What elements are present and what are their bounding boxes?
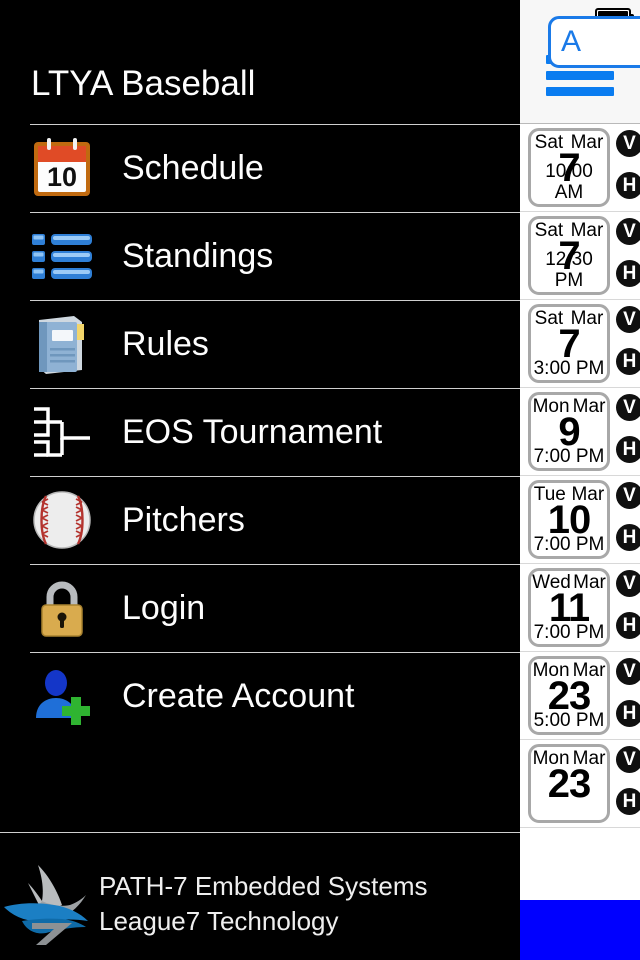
visitor-badge[interactable]: V xyxy=(616,746,640,773)
date-card: Tue Mar 10 7:00 PM xyxy=(528,480,610,559)
team-badges: VH xyxy=(616,570,640,646)
schedule-panel: A Sat Mar 7 10:00 AM V H Sat Mar 7 12:30 PM V H Sat M… xyxy=(520,0,640,960)
team-badges: VH xyxy=(616,394,640,470)
sidebar-item-label: Standings xyxy=(122,237,274,275)
date-card: Mon Mar 23 5:00 PM xyxy=(528,656,610,735)
add-user-icon xyxy=(30,664,94,728)
game-row[interactable]: Tue Mar 10 7:00 PM V H xyxy=(520,476,640,564)
game-time: 7:00 PM xyxy=(533,622,605,643)
date-card: Mon Mar 9 7:00 PM xyxy=(528,392,610,471)
sidebar-item-login[interactable]: Login xyxy=(0,564,520,652)
visitor-badge[interactable]: V xyxy=(616,218,640,245)
sidebar-item-label: Pitchers xyxy=(122,501,245,539)
home-badge[interactable]: H xyxy=(616,348,640,375)
svg-text:10: 10 xyxy=(47,162,77,192)
baseball-icon xyxy=(30,488,94,552)
visitor-badge[interactable]: V xyxy=(616,658,640,685)
drawer-header: LTYA Baseball xyxy=(0,0,520,124)
team-badges: VH xyxy=(616,482,640,558)
visitor-badge[interactable]: V xyxy=(616,570,640,597)
date-card: Sat Mar 7 3:00 PM xyxy=(528,304,610,383)
visitor-badge[interactable]: V xyxy=(616,306,640,333)
sidebar-item-label: EOS Tournament xyxy=(122,413,383,451)
sidebar-item-schedule[interactable]: 10 Schedule xyxy=(0,124,520,212)
drawer-menu: 10 Schedule Standings Rules EOS Tournament Pi… xyxy=(0,124,520,832)
home-badge[interactable]: H xyxy=(616,788,640,815)
sidebar-item-rules[interactable]: Rules xyxy=(0,300,520,388)
game-row[interactable]: Sat Mar 7 12:30 PM V H xyxy=(520,212,640,300)
home-badge[interactable]: H xyxy=(616,172,640,199)
visitor-badge[interactable]: V xyxy=(616,394,640,421)
sidebar-item-label: Create Account xyxy=(122,677,355,715)
game-row[interactable]: Sat Mar 7 3:00 PM V H xyxy=(520,300,640,388)
drawer-footer: PATH-7 Embedded Systems League7 Technolo… xyxy=(0,833,520,960)
sidebar-item-eos-tournament[interactable]: EOS Tournament xyxy=(0,388,520,476)
game-list[interactable]: Sat Mar 7 10:00 AM V H Sat Mar 7 12:30 PM V H Sat Mar… xyxy=(520,124,640,960)
page-title: LTYA Baseball xyxy=(31,64,256,103)
day-number: 23 xyxy=(547,762,592,806)
home-badge[interactable]: H xyxy=(616,524,640,551)
calendar-icon: 10 xyxy=(30,136,94,200)
date-card: Wed Mar 11 7:00 PM xyxy=(528,568,610,647)
date-card: Mon Mar 23 xyxy=(528,744,610,823)
filter-button[interactable]: A xyxy=(548,16,640,68)
game-time: 12:30 PM xyxy=(545,249,593,291)
sidebar-item-pitchers[interactable]: Pitchers xyxy=(0,476,520,564)
visitor-badge[interactable]: V xyxy=(616,482,640,509)
lock-icon xyxy=(30,576,94,640)
game-row[interactable]: Mon Mar 9 7:00 PM V H xyxy=(520,388,640,476)
path7-bird-logo xyxy=(2,861,94,945)
home-badge[interactable]: H xyxy=(616,700,640,727)
game-row[interactable]: Wed Mar 11 7:00 PM V H xyxy=(520,564,640,652)
home-badge[interactable]: H xyxy=(616,612,640,639)
sidebar-item-label: Rules xyxy=(122,325,209,363)
footer-line-2: League7 Technology xyxy=(99,906,339,936)
game-row[interactable]: Mon Mar 23 V H xyxy=(520,740,640,828)
app-root: A Sat Mar 7 10:00 AM V H Sat Mar 7 12:30 PM V H Sat M… xyxy=(0,0,640,960)
visitor-badge[interactable]: V xyxy=(616,130,640,157)
game-row[interactable]: Mon Mar 23 5:00 PM V H xyxy=(520,652,640,740)
footer-line-1: PATH-7 Embedded Systems xyxy=(99,871,428,901)
date-card: Sat Mar 7 12:30 PM xyxy=(528,216,610,295)
game-row[interactable]: Sat Mar 7 10:00 AM V H xyxy=(520,124,640,212)
team-badges: VH xyxy=(616,658,640,734)
bracket-icon xyxy=(30,400,94,464)
team-badges: VH xyxy=(616,746,640,822)
blue-overlay-block xyxy=(520,900,640,960)
game-time: 7:00 PM xyxy=(533,446,605,467)
game-time: 7:00 PM xyxy=(533,534,605,555)
game-time: 10:00 AM xyxy=(545,161,593,203)
sidebar-item-standings[interactable]: Standings xyxy=(0,212,520,300)
footer-credits: PATH-7 Embedded Systems League7 Technolo… xyxy=(99,869,428,939)
game-time: 5:00 PM xyxy=(533,710,605,731)
sidebar-item-label: Login xyxy=(122,589,206,627)
home-badge[interactable]: H xyxy=(616,260,640,287)
home-badge[interactable]: H xyxy=(616,436,640,463)
book-icon xyxy=(30,312,94,376)
team-badges: VH xyxy=(616,306,640,382)
sidebar-item-create-account[interactable]: Create Account xyxy=(0,652,520,740)
list-icon xyxy=(30,224,94,288)
team-badges: VH xyxy=(616,130,640,206)
team-badges: VH xyxy=(616,218,640,294)
sidebar-item-label: Schedule xyxy=(122,149,264,187)
game-time: 3:00 PM xyxy=(533,358,605,379)
navigation-drawer: LTYA Baseball 10 Schedule Standings Rules EO… xyxy=(0,0,520,960)
date-card: Sat Mar 7 10:00 AM xyxy=(528,128,610,207)
